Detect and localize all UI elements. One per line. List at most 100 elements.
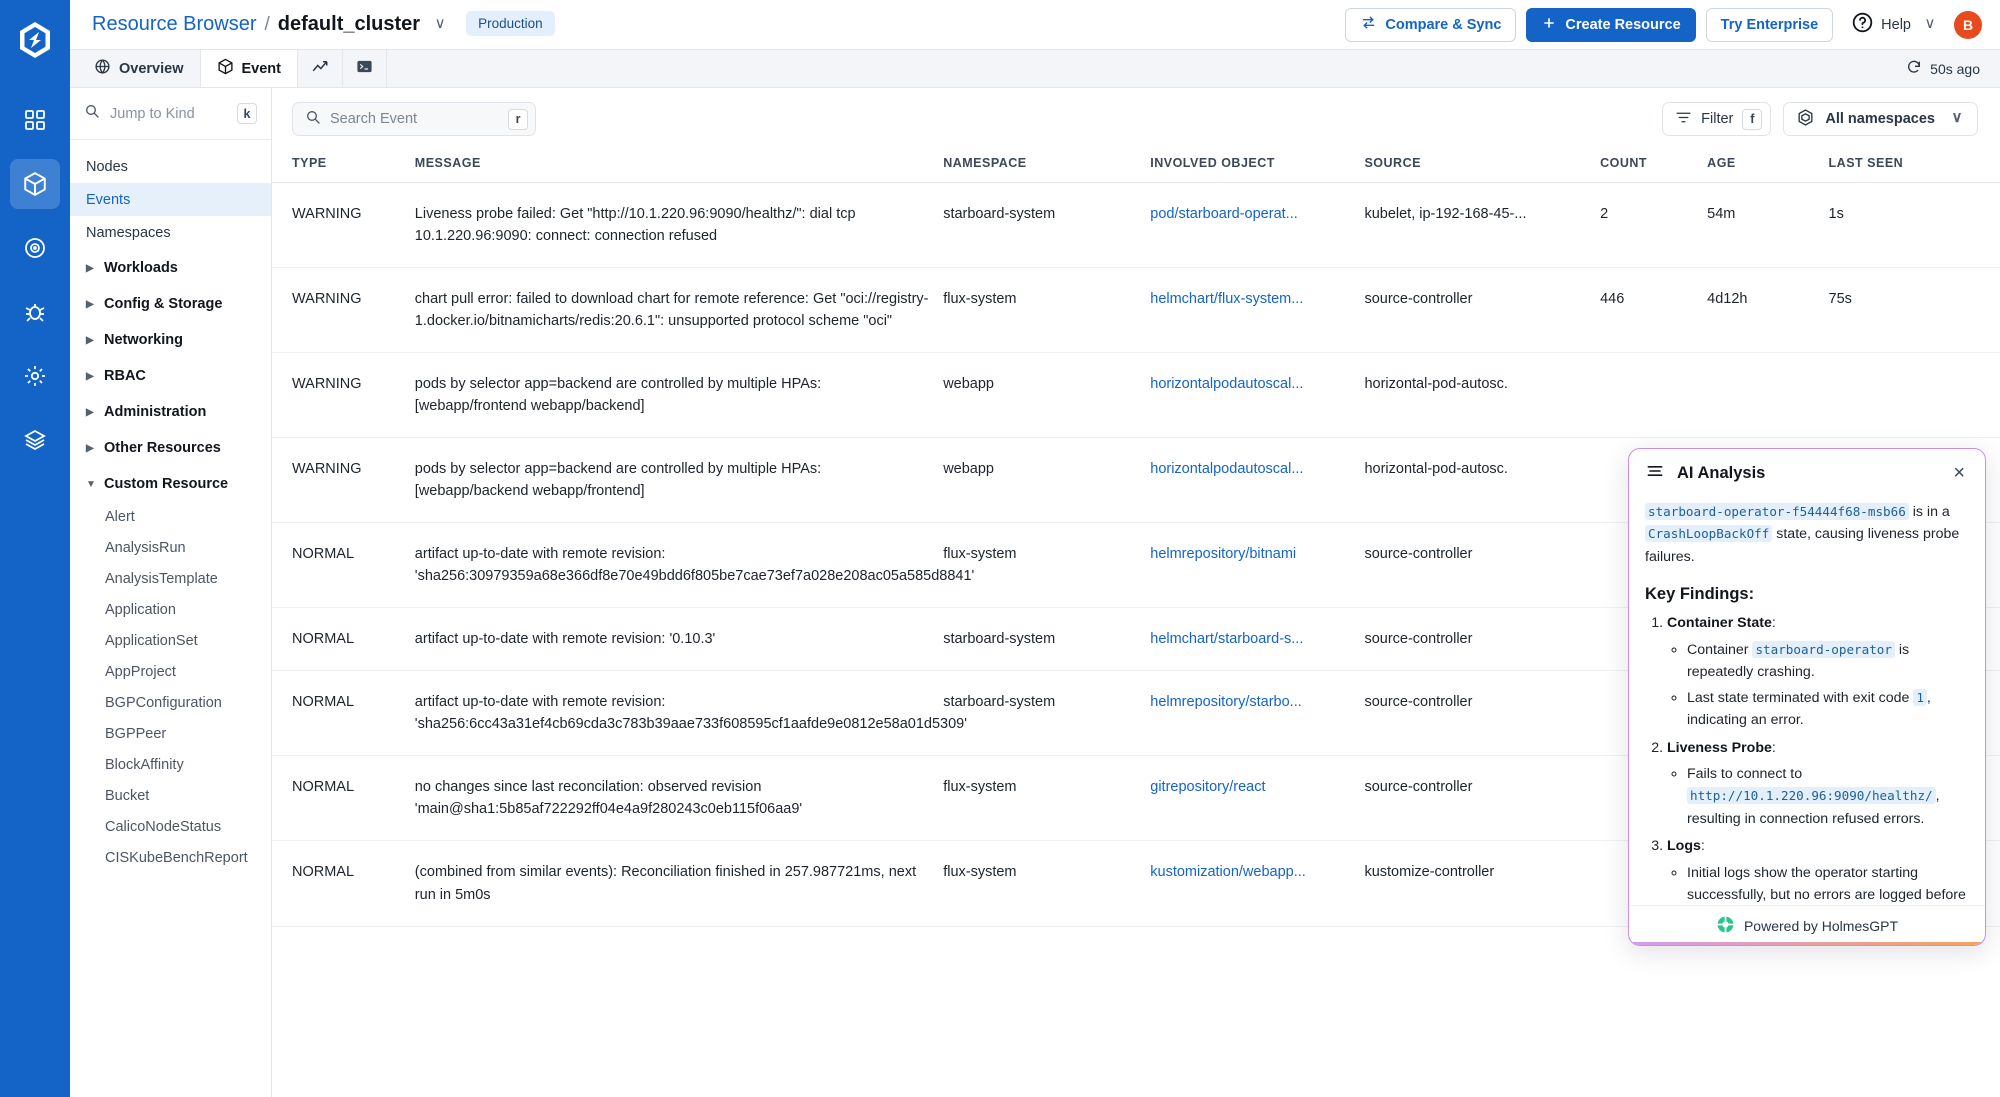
column-header-involved-object[interactable]: INVOLVED OBJECT: [1150, 150, 1365, 183]
involved-object-link[interactable]: helmchart/starboard-s...: [1150, 628, 1354, 650]
search-input[interactable]: Search Event r: [292, 102, 536, 136]
involved-object-link[interactable]: horizontalpodautoscal...: [1150, 458, 1354, 480]
layers-icon[interactable]: [10, 415, 60, 465]
table-row[interactable]: WARNING pods by selector app=backend are…: [272, 352, 2000, 439]
cell-namespace: starboard-system: [943, 607, 1151, 672]
sidebar-item-analysistemplate[interactable]: AnalysisTemplate: [70, 563, 271, 594]
namespace-selector[interactable]: All namespaces ∨: [1783, 102, 1978, 136]
sidebar-item-events[interactable]: Events: [70, 183, 271, 216]
cell-involved-object[interactable]: kustomization/webapp...: [1150, 840, 1365, 927]
sidebar-group-other-resources[interactable]: ▶ Other Resources: [70, 431, 271, 465]
cell-involved-object[interactable]: pod/starboard-operat...: [1150, 182, 1365, 269]
sidebar-item-application[interactable]: Application: [70, 594, 271, 625]
refresh-status[interactable]: 50s ago: [1886, 50, 2000, 87]
cell-involved-object[interactable]: horizontalpodautoscal...: [1150, 352, 1365, 439]
namespace-label: All namespaces: [1825, 111, 1935, 127]
avatar[interactable]: B: [1954, 10, 1982, 39]
sidebar-group-custom-resource[interactable]: ▼ Custom Resource: [70, 467, 271, 501]
sidebar-item-nodes[interactable]: Nodes: [70, 150, 271, 183]
sidebar-item-blockaffinity[interactable]: BlockAffinity: [70, 749, 271, 780]
sidebar-item-bgppeer[interactable]: BGPPeer: [70, 718, 271, 749]
involved-object-link[interactable]: helmrepository/bitnami: [1150, 543, 1354, 565]
ai-finding-title: Container State: [1667, 615, 1772, 632]
filter-label: Filter: [1701, 111, 1734, 127]
cube-resources-icon[interactable]: [10, 159, 60, 209]
compare-sync-button[interactable]: Compare & Sync: [1345, 7, 1517, 42]
try-enterprise-button[interactable]: Try Enterprise: [1705, 7, 1834, 42]
sidebar-item-bgpconfiguration[interactable]: BGPConfiguration: [70, 687, 271, 718]
grid-dashboard-icon[interactable]: [10, 95, 60, 145]
caret-down-icon: ▼: [86, 478, 96, 490]
involved-object-link[interactable]: kustomization/webapp...: [1150, 861, 1354, 883]
cell-involved-object[interactable]: helmchart/flux-system...: [1150, 267, 1365, 354]
target-icon[interactable]: [10, 223, 60, 273]
cell-last-seen: [1828, 352, 2000, 439]
app-root: Resource Browser / default_cluster ∨ Pro…: [0, 0, 2000, 1097]
involved-object-link[interactable]: pod/starboard-operat...: [1150, 203, 1354, 225]
sidebar-group-workloads[interactable]: ▶ Workloads: [70, 251, 271, 285]
column-header-source[interactable]: SOURCE: [1364, 150, 1601, 183]
ai-footer-label: Powered by HolmesGPT: [1743, 917, 1899, 934]
column-header-count[interactable]: COUNT: [1600, 150, 1708, 183]
ai-findings-heading: Key Findings:: [1645, 585, 1755, 604]
ai-findings-list: Container State: Container starboard-ope…: [1667, 612, 1969, 905]
sidebar-item-alert[interactable]: Alert: [70, 501, 271, 532]
ai-finding-bullets: Fails to connect to http://10.1.220.96:9…: [1687, 763, 1969, 830]
column-header-message[interactable]: MESSAGE: [414, 150, 944, 183]
jump-to-kind-input[interactable]: Jump to Kind k: [70, 88, 271, 140]
create-resource-button[interactable]: Create Resource: [1526, 7, 1696, 42]
cell-type: NORMAL: [272, 607, 415, 672]
bug-icon[interactable]: [10, 287, 60, 337]
close-icon[interactable]: ×: [1949, 461, 1969, 485]
sidebar-group-rbac[interactable]: ▶ RBAC: [70, 359, 271, 393]
cell-type: NORMAL: [272, 670, 415, 757]
cell-type: NORMAL: [272, 840, 415, 927]
column-header-namespace[interactable]: NAMESPACE: [943, 150, 1151, 183]
sidebar-group-config-storage[interactable]: ▶ Config & Storage: [70, 287, 271, 321]
cell-type: WARNING: [272, 352, 415, 439]
involved-object-link[interactable]: horizontalpodautoscal...: [1150, 373, 1354, 395]
jump-shortcut-key: k: [237, 103, 257, 124]
tab-overview[interactable]: Overview: [78, 50, 201, 87]
cell-namespace: flux-system: [943, 840, 1151, 927]
caret-right-icon: ▶: [86, 442, 94, 454]
column-header-type[interactable]: TYPE: [272, 150, 415, 183]
chevron-down-icon[interactable]: ∨: [432, 14, 448, 32]
tab-terminal[interactable]: [343, 50, 387, 87]
hamburger-lines-icon[interactable]: [1645, 461, 1665, 486]
cell-involved-object[interactable]: helmrepository/starbo...: [1150, 670, 1365, 757]
sidebar-item-namespaces[interactable]: Namespaces: [70, 216, 271, 249]
sidebar-item-appproject[interactable]: AppProject: [70, 656, 271, 687]
tab-event[interactable]: Event: [200, 50, 298, 87]
sidebar-group-administration[interactable]: ▶ Administration: [70, 395, 271, 429]
table-row[interactable]: WARNING Liveness probe failed: Get "http…: [272, 182, 2000, 269]
source-text: kustomize-controller: [1364, 864, 1495, 881]
involved-object-link[interactable]: gitrepository/react: [1150, 776, 1354, 798]
involved-object-link[interactable]: helmchart/flux-system...: [1150, 288, 1354, 310]
tab-overview-label: Overview: [119, 60, 184, 77]
cell-involved-object[interactable]: gitrepository/react: [1150, 755, 1365, 842]
cell-involved-object[interactable]: helmrepository/bitnami: [1150, 522, 1365, 609]
caret-right-icon: ▶: [86, 370, 94, 382]
sidebar-item-ciskubebenchreport[interactable]: CISKubeBenchReport: [70, 842, 271, 873]
sidebar-item-bucket[interactable]: Bucket: [70, 780, 271, 811]
tab-metrics[interactable]: [298, 50, 343, 87]
sidebar-item-caliconodestatus[interactable]: CalicoNodeStatus: [70, 811, 271, 842]
help-menu[interactable]: Help ∨: [1851, 11, 1938, 38]
table-row[interactable]: WARNING chart pull error: failed to down…: [272, 267, 2000, 354]
filter-button[interactable]: Filter f: [1662, 102, 1772, 136]
sidebar-item-analysisrun[interactable]: AnalysisRun: [70, 532, 271, 563]
hexagon-logo-icon[interactable]: [7, 12, 63, 68]
cell-involved-object[interactable]: horizontalpodautoscal...: [1150, 437, 1365, 524]
involved-object-link[interactable]: helmrepository/starbo...: [1150, 691, 1354, 713]
try-enterprise-label: Try Enterprise: [1720, 16, 1819, 33]
settings-gear-icon[interactable]: [10, 351, 60, 401]
column-header-age[interactable]: AGE: [1707, 150, 1829, 183]
column-header-last-seen[interactable]: LAST SEEN: [1828, 150, 2000, 183]
ai-bullet-pre: Container: [1687, 641, 1753, 658]
cell-count: [1600, 352, 1708, 439]
sidebar-group-networking[interactable]: ▶ Networking: [70, 323, 271, 357]
sidebar-item-applicationset[interactable]: ApplicationSet: [70, 625, 271, 656]
cell-involved-object[interactable]: helmchart/starboard-s...: [1150, 607, 1365, 672]
breadcrumb-root-link[interactable]: Resource Browser: [92, 13, 257, 36]
